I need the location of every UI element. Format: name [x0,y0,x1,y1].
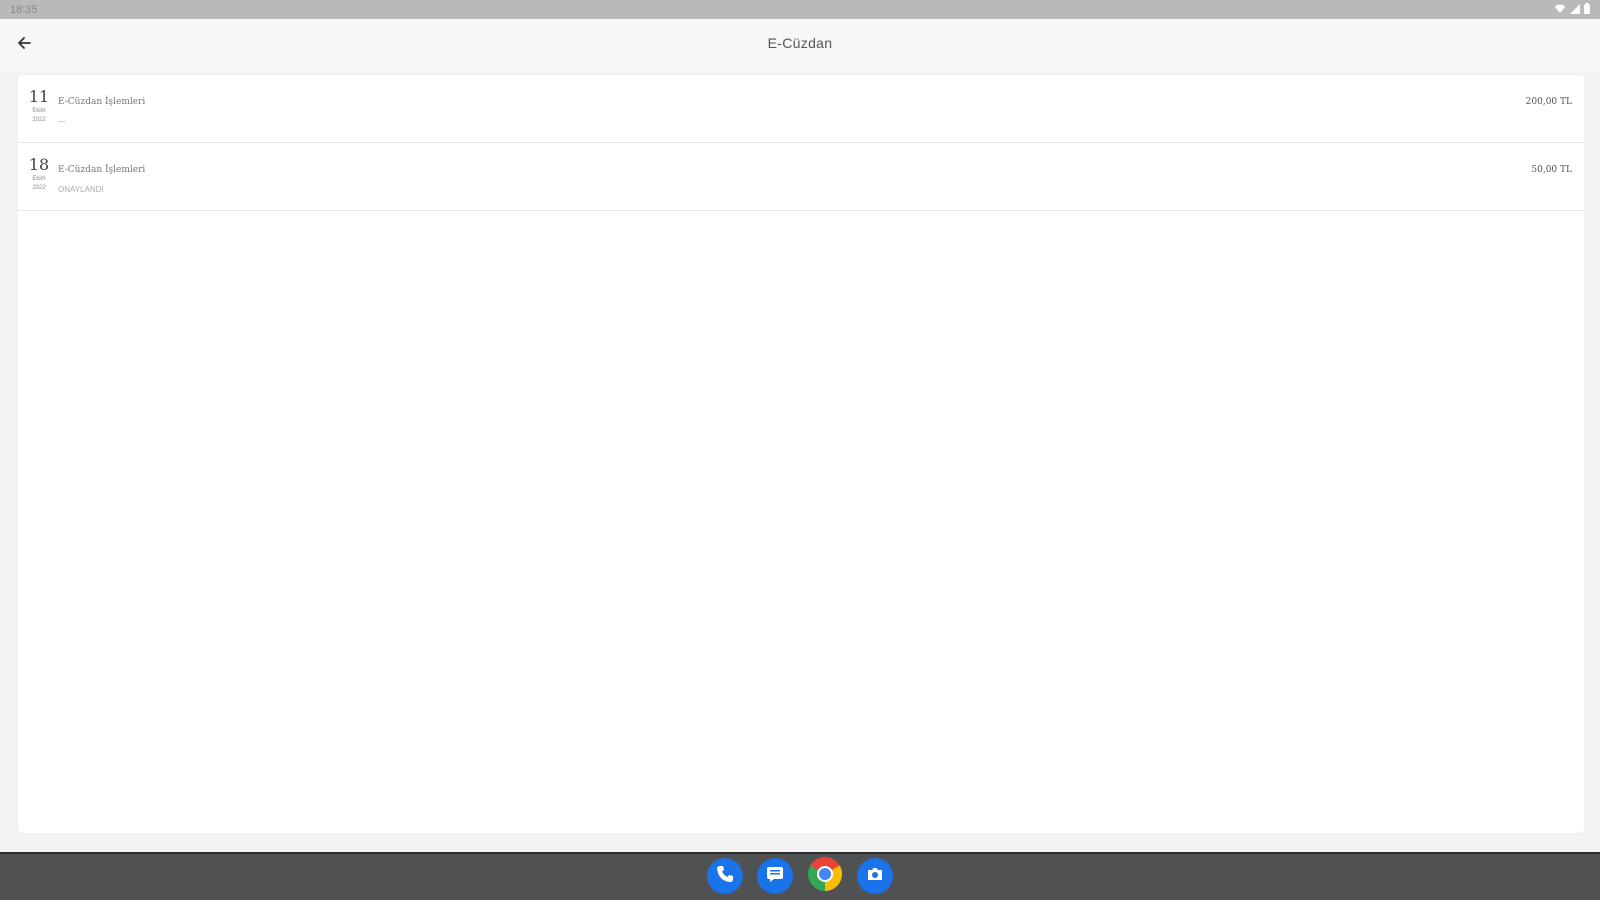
transaction-item[interactable]: 11 Ekim 2022 E-Cüzdan İşlemleri — 200,00… [18,75,1584,143]
camera-icon [865,864,885,889]
transaction-title: E-Cüzdan İşlemleri [58,97,146,107]
signal-icon [1570,1,1580,19]
transaction-amount: 200,00 TL [1525,97,1572,107]
date-year: 2022 [32,185,46,191]
dock-camera-app[interactable] [857,858,893,894]
status-bar: 18:35 [0,0,1600,19]
app-bar: E-Cüzdan [0,19,1600,71]
wifi-icon [1554,1,1566,19]
date-year: 2022 [32,117,46,123]
dock-phone-app[interactable] [707,858,743,894]
transaction-list: 11 Ekim 2022 E-Cüzdan İşlemleri — 200,00… [18,75,1584,833]
status-time: 18:35 [10,3,38,16]
chrome-icon [807,856,843,897]
page-title: E-Cüzdan [767,35,833,51]
date-month: Ekim [32,108,46,114]
nav-bar [0,852,1600,900]
transaction-date: 11 Ekim 2022 [24,89,54,124]
transaction-subtitle: ONAYLANDI [58,185,104,194]
transaction-amount: 50,00 TL [1531,165,1572,175]
dock-messages-app[interactable] [757,858,793,894]
status-icons [1554,1,1590,19]
date-day: 11 [28,87,50,106]
dock-chrome-app[interactable] [807,856,843,897]
phone-icon [715,864,735,889]
transaction-subtitle: — [58,117,66,126]
message-icon [765,864,785,889]
transaction-date: 18 Ekim 2022 [24,157,54,192]
date-month: Ekim [32,176,46,182]
transaction-item[interactable]: 18 Ekim 2022 E-Cüzdan İşlemleri ONAYLAND… [18,143,1584,211]
transaction-title: E-Cüzdan İşlemleri [58,165,146,175]
battery-icon [1584,1,1590,19]
date-day: 18 [28,155,50,174]
